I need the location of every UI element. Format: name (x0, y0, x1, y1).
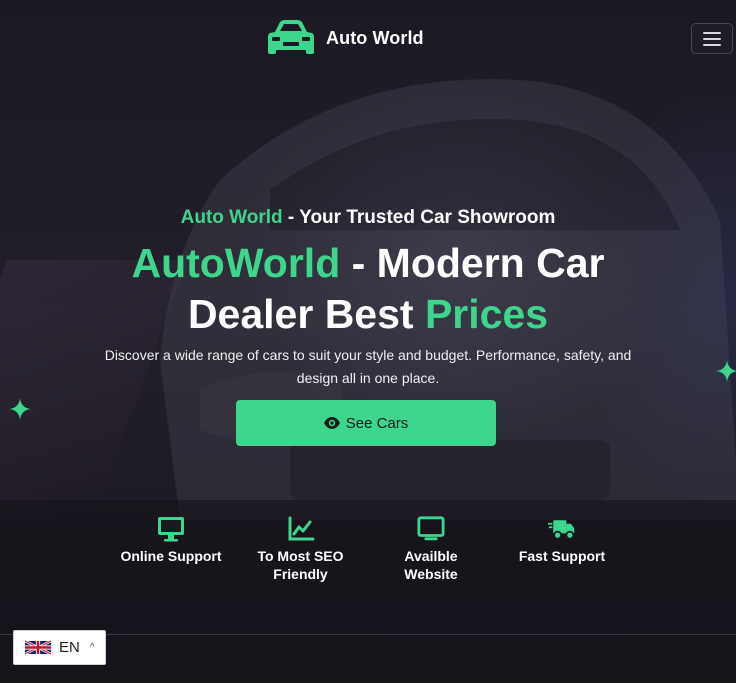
feature-label: Fast Support (518, 548, 606, 564)
see-cars-label: See Cars (345, 414, 409, 432)
feature-label-line1: To Most SEO (257, 548, 344, 564)
truck-fast-icon (548, 520, 575, 540)
headline-text-1: - Modern Car (340, 240, 605, 286)
hero-description: Discover a wide range of cars to suit yo… (104, 347, 632, 386)
hamburger-menu-button[interactable] (691, 23, 733, 54)
feature-label-line1: Availble (404, 548, 458, 564)
tagline-text: - Your Trusted Car Showroom (282, 207, 556, 228)
feature-label-line2: Friendly (273, 566, 328, 582)
laptop-icon (417, 516, 445, 541)
see-cars-button[interactable]: See Cars (236, 400, 496, 446)
hero-tagline: Auto World - Your Trusted Car Showroom (0, 207, 736, 229)
headline-accent-2: Prices (424, 291, 549, 337)
chevron-up-icon: ^ (89, 642, 95, 653)
feature-label: Online Support (120, 548, 222, 564)
hamburger-menu-icon (703, 31, 721, 34)
chart-line-icon (288, 516, 314, 541)
language-code: EN (59, 639, 80, 656)
language-selector[interactable]: EN ^ (13, 630, 106, 665)
car-icon (268, 20, 314, 54)
sparkle-icon (9, 398, 31, 420)
feature-available-website: Availble Website (385, 516, 477, 583)
brand-logo[interactable]: Auto World (266, 18, 424, 58)
headline-text-2: Dealer Best (187, 291, 425, 337)
footer-area (0, 635, 736, 683)
sparkle-icon (716, 360, 736, 382)
monitor-icon (158, 517, 184, 542)
tagline-accent: Auto World (180, 207, 283, 228)
feature-fast-support: Fast Support (508, 516, 616, 565)
features-row: Online Support To Most SEO Friendly Avai… (100, 516, 636, 596)
eye-icon (323, 417, 340, 429)
feature-online-support: Online Support (100, 516, 242, 565)
uk-flag-icon (25, 639, 51, 656)
navbar: Auto World (0, 0, 736, 76)
feature-label-line2: Website (404, 566, 458, 582)
brand-name: Auto World (326, 27, 424, 48)
hero-headline: AutoWorld - Modern Car Dealer Best Price… (0, 238, 736, 340)
headline-accent-1: AutoWorld (131, 240, 341, 286)
feature-seo-friendly: To Most SEO Friendly (243, 516, 358, 583)
